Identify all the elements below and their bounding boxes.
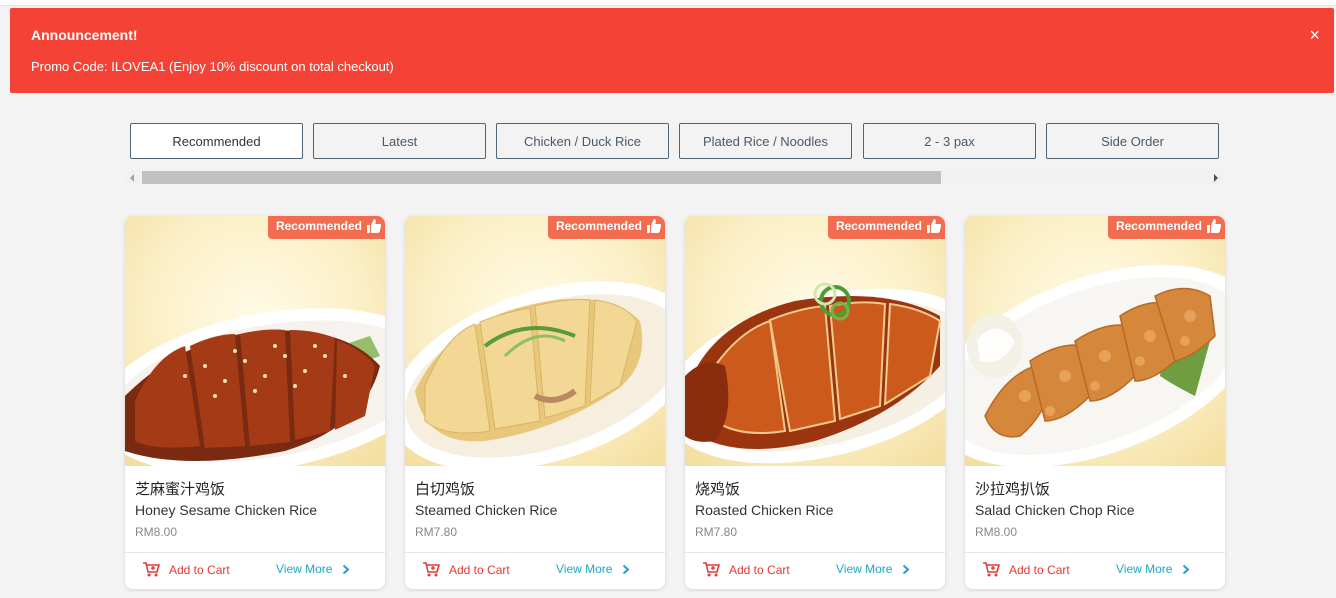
tab-plated-rice-noodles[interactable]: Plated Rice / Noodles (679, 123, 852, 159)
view-more-button[interactable]: View More (276, 562, 350, 576)
card-divider (125, 552, 385, 553)
card-divider (405, 552, 665, 553)
add-to-cart-button[interactable]: Add to Cart (143, 562, 230, 577)
add-to-cart-button[interactable]: Add to Cart (423, 562, 510, 577)
chevron-right-icon (343, 564, 350, 574)
product-name-chinese: 烧鸡饭 (695, 480, 741, 498)
view-more-button[interactable]: View More (556, 562, 630, 576)
badge-label: Recommended (1115, 219, 1202, 233)
product-price: RM8.00 (135, 525, 178, 539)
close-icon[interactable]: × (1309, 26, 1320, 44)
add-to-cart-label: Add to Cart (449, 562, 510, 577)
tab-latest[interactable]: Latest (313, 123, 486, 159)
view-more-button[interactable]: View More (1116, 562, 1190, 576)
product-image-roasted-chicken[interactable]: Recommended (685, 216, 945, 466)
tab-recommended[interactable]: Recommended (130, 123, 303, 159)
announcement-title: Announcement! (31, 27, 138, 43)
tab-2-3-pax[interactable]: 2 - 3 pax (863, 123, 1036, 159)
card-divider (685, 552, 945, 553)
scrollbar-thumb[interactable] (142, 171, 941, 184)
product-name[interactable]: Salad Chicken Chop Rice (975, 502, 1135, 518)
scroll-left-arrow-icon[interactable] (130, 174, 134, 182)
cart-icon (983, 562, 1000, 577)
product-name-chinese: 沙拉鸡扒饭 (975, 480, 1051, 498)
badge-label: Recommended (275, 219, 362, 233)
add-to-cart-button[interactable]: Add to Cart (703, 562, 790, 577)
view-more-label: View More (556, 562, 613, 576)
thumbs-up-icon (927, 219, 942, 233)
card-divider (965, 552, 1225, 553)
product-name[interactable]: Roasted Chicken Rice (695, 502, 834, 518)
scroll-right-arrow-icon[interactable] (1214, 174, 1218, 182)
chevron-right-icon (1183, 564, 1190, 574)
tabs-scrollbar[interactable] (126, 170, 1224, 185)
chevron-right-icon (623, 564, 630, 574)
add-to-cart-label: Add to Cart (169, 562, 230, 577)
product-card[interactable]: Recommended 烧鸡饭 Roasted Chicken Rice RM7… (685, 216, 945, 589)
product-card[interactable]: Recommended 沙拉鸡扒饭 Salad Chicken Chop Ric… (965, 216, 1225, 589)
badge-label: Recommended (555, 219, 642, 233)
view-more-label: View More (276, 562, 333, 576)
badge-label: Recommended (835, 219, 922, 233)
chevron-right-icon (903, 564, 910, 574)
add-to-cart-label: Add to Cart (1009, 562, 1070, 577)
product-price: RM7.80 (415, 525, 458, 539)
recommended-badge: Recommended (267, 216, 385, 239)
product-name-chinese: 芝麻蜜汁鸡饭 (135, 480, 226, 498)
add-to-cart-button[interactable]: Add to Cart (983, 562, 1070, 577)
tab-chicken-duck-rice[interactable]: Chicken / Duck Rice (496, 123, 669, 159)
product-card[interactable]: Recommended 芝麻蜜汁鸡饭 Honey Sesame Chicken … (125, 216, 385, 589)
add-to-cart-label: Add to Cart (729, 562, 790, 577)
product-name[interactable]: Steamed Chicken Rice (415, 502, 557, 518)
thumbs-up-icon (367, 219, 382, 233)
thumbs-up-icon (647, 219, 662, 233)
product-name[interactable]: Honey Sesame Chicken Rice (135, 502, 317, 518)
top-bar (0, 0, 1336, 6)
recommended-badge: Recommended (547, 216, 665, 239)
cart-icon (703, 562, 720, 577)
announcement-banner: Announcement! Promo Code: ILOVEA1 (Enjoy… (10, 8, 1334, 93)
product-image-honey-sesame-chicken[interactable]: Recommended (125, 216, 385, 466)
view-more-button[interactable]: View More (836, 562, 910, 576)
product-name-chinese: 白切鸡饭 (415, 480, 476, 498)
thumbs-up-icon (1207, 219, 1222, 233)
cart-icon (143, 562, 160, 577)
cart-icon (423, 562, 440, 577)
recommended-badge: Recommended (827, 216, 945, 239)
view-more-label: View More (836, 562, 893, 576)
recommended-badge: Recommended (1107, 216, 1225, 239)
product-image-steamed-chicken[interactable]: Recommended (405, 216, 665, 466)
product-card[interactable]: Recommended 白切鸡饭 Steamed Chicken Rice RM… (405, 216, 665, 589)
product-price: RM8.00 (975, 525, 1018, 539)
product-image-salad-chicken-chop[interactable]: Recommended (965, 216, 1225, 466)
product-price: RM7.80 (695, 525, 738, 539)
announcement-message: Promo Code: ILOVEA1 (Enjoy 10% discount … (31, 59, 394, 74)
tab-side-order[interactable]: Side Order (1046, 123, 1219, 159)
view-more-label: View More (1116, 562, 1173, 576)
